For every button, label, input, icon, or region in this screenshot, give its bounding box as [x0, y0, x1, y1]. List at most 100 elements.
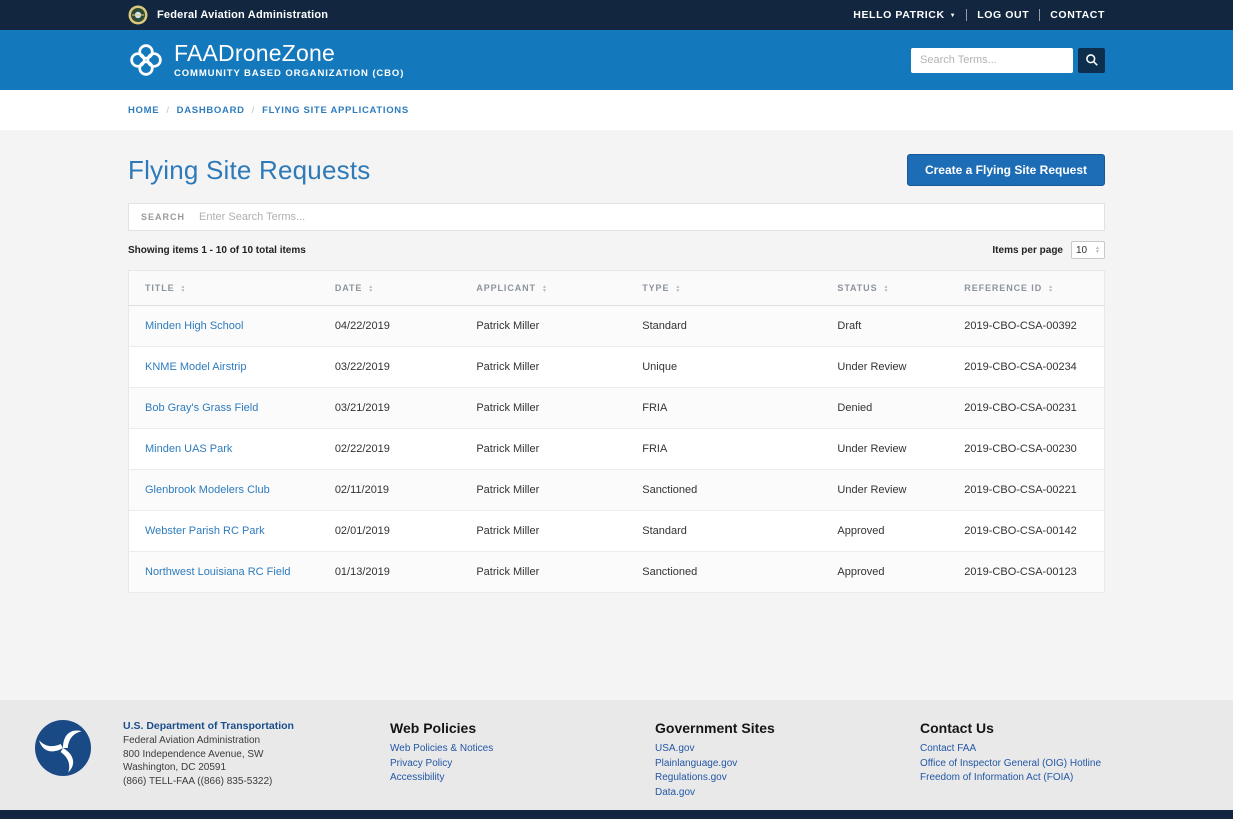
cell-type: Sanctioned [626, 552, 821, 593]
footer-link-web-policies-notices[interactable]: Web Policies & Notices [390, 742, 655, 757]
column-header-applicant[interactable]: APPLICANT▲▼ [460, 271, 626, 306]
agency-brand: Federal Aviation Administration [128, 5, 328, 25]
cell-type: Standard [626, 306, 821, 347]
cell-date: 04/22/2019 [319, 306, 461, 347]
flying-site-link[interactable]: Webster Parish RC Park [145, 525, 265, 537]
column-header-reference-id[interactable]: REFERENCE ID▲▼ [948, 271, 1104, 306]
items-per-page-label: Items per page [992, 245, 1063, 256]
cell-date: 01/13/2019 [319, 552, 461, 593]
cell-status: Under Review [821, 347, 948, 388]
footer-link-plainlanguage-gov[interactable]: Plainlanguage.gov [655, 757, 920, 772]
user-menu[interactable]: HELLO PATRICK ▼ [853, 9, 966, 21]
sort-icon: ▲▼ [884, 285, 890, 293]
table-search-input[interactable] [199, 211, 1092, 223]
results-count: Showing items 1 - 10 of 10 total items [128, 245, 306, 256]
column-header-title[interactable]: TITLE▲▼ [129, 271, 319, 306]
cell-reference-id: 2019-CBO-CSA-00142 [948, 511, 1104, 552]
app-title: FAADroneZone [174, 42, 404, 65]
main-content: Flying Site Requests Create a Flying Sit… [0, 130, 1233, 700]
cell-reference-id: 2019-CBO-CSA-00234 [948, 347, 1104, 388]
dronezone-clover-icon [128, 42, 164, 78]
search-label: SEARCH [141, 212, 185, 222]
cell-date: 02/01/2019 [319, 511, 461, 552]
cell-status: Denied [821, 388, 948, 429]
footer-bottom-strip [0, 810, 1233, 819]
footer-link-oig-hotline[interactable]: Office of Inspector General (OIG) Hotlin… [920, 757, 1101, 772]
user-utility-links: HELLO PATRICK ▼ LOG OUT CONTACT [853, 9, 1105, 21]
cell-reference-id: 2019-CBO-CSA-00230 [948, 429, 1104, 470]
footer-contact-us: Contact Us Contact FAA Office of Inspect… [920, 720, 1101, 810]
flying-site-link[interactable]: Northwest Louisiana RC Field [145, 566, 291, 578]
breadcrumb-separator: / [166, 105, 169, 116]
flying-site-link[interactable]: Bob Gray's Grass Field [145, 402, 258, 414]
header-search-button[interactable] [1078, 48, 1105, 73]
table-row: KNME Model Airstrip 03/22/2019 Patrick M… [129, 347, 1105, 388]
search-icon [1085, 53, 1099, 67]
sort-icon: ▲▼ [368, 285, 374, 293]
contact-link[interactable]: CONTACT [1039, 9, 1105, 21]
footer-link-accessibility[interactable]: Accessibility [390, 771, 655, 786]
flying-site-link[interactable]: Minden High School [145, 320, 243, 332]
cell-applicant: Patrick Miller [460, 388, 626, 429]
footer: U.S. Department of Transportation Federa… [0, 700, 1233, 810]
flying-site-link[interactable]: Minden UAS Park [145, 443, 232, 455]
cell-reference-id: 2019-CBO-CSA-00123 [948, 552, 1104, 593]
cell-type: Unique [626, 347, 821, 388]
cell-reference-id: 2019-CBO-CSA-00231 [948, 388, 1104, 429]
cell-date: 02/22/2019 [319, 429, 461, 470]
header-search [911, 48, 1105, 73]
footer-link-privacy-policy[interactable]: Privacy Policy [390, 757, 655, 772]
faa-seal-icon [128, 5, 148, 25]
cell-status: Approved [821, 552, 948, 593]
agency-name: Federal Aviation Administration [157, 9, 328, 21]
app-header: FAADroneZone COMMUNITY BASED ORGANIZATIO… [0, 30, 1233, 90]
us-dot-logo-icon [35, 720, 91, 776]
cell-applicant: Patrick Miller [460, 306, 626, 347]
cell-type: FRIA [626, 429, 821, 470]
table-row: Northwest Louisiana RC Field 01/13/2019 … [129, 552, 1105, 593]
items-per-page-select[interactable]: 10 ▲▼ [1071, 241, 1105, 259]
cell-status: Under Review [821, 470, 948, 511]
breadcrumb: HOME / DASHBOARD / FLYING SITE APPLICATI… [0, 90, 1233, 130]
breadcrumb-home[interactable]: HOME [128, 105, 159, 116]
cell-date: 03/21/2019 [319, 388, 461, 429]
column-header-type[interactable]: TYPE▲▼ [626, 271, 821, 306]
footer-link-contact-faa[interactable]: Contact FAA [920, 742, 1101, 757]
app-subtitle: COMMUNITY BASED ORGANIZATION (CBO) [174, 68, 404, 79]
cell-status: Approved [821, 511, 948, 552]
column-header-date[interactable]: DATE▲▼ [319, 271, 461, 306]
sort-icon: ▲▼ [1048, 285, 1054, 293]
logout-link[interactable]: LOG OUT [966, 9, 1039, 21]
table-row: Minden UAS Park 02/22/2019 Patrick Mille… [129, 429, 1105, 470]
footer-link-regulations-gov[interactable]: Regulations.gov [655, 771, 920, 786]
cell-date: 02/11/2019 [319, 470, 461, 511]
column-header-status[interactable]: STATUS▲▼ [821, 271, 948, 306]
footer-dot-heading: U.S. Department of Transportation [123, 720, 390, 732]
cell-status: Draft [821, 306, 948, 347]
header-search-input[interactable] [911, 48, 1073, 73]
footer-link-usa-gov[interactable]: USA.gov [655, 742, 920, 757]
footer-heading-web-policies: Web Policies [390, 720, 655, 736]
cell-type: Sanctioned [626, 470, 821, 511]
sort-icon: ▲▼ [675, 285, 681, 293]
brand: FAADroneZone COMMUNITY BASED ORGANIZATIO… [128, 42, 404, 79]
table-row: Minden High School 04/22/2019 Patrick Mi… [129, 306, 1105, 347]
table-row: Webster Parish RC Park 02/01/2019 Patric… [129, 511, 1105, 552]
cell-reference-id: 2019-CBO-CSA-00221 [948, 470, 1104, 511]
table-search-panel: SEARCH [128, 203, 1105, 231]
cell-applicant: Patrick Miller [460, 511, 626, 552]
table-row: Glenbrook Modelers Club 02/11/2019 Patri… [129, 470, 1105, 511]
flying-site-link[interactable]: KNME Model Airstrip [145, 361, 246, 373]
breadcrumb-flying-site-applications[interactable]: FLYING SITE APPLICATIONS [262, 105, 409, 116]
flying-site-link[interactable]: Glenbrook Modelers Club [145, 484, 270, 496]
user-greeting: HELLO PATRICK [853, 9, 944, 21]
spinner-icon: ▲▼ [1095, 246, 1100, 255]
table-header-row: TITLE▲▼ DATE▲▼ APPLICANT▲▼ TYPE▲▼ STATUS… [129, 271, 1105, 306]
breadcrumb-dashboard[interactable]: DASHBOARD [177, 105, 245, 116]
footer-link-data-gov[interactable]: Data.gov [655, 786, 920, 801]
create-flying-site-request-button[interactable]: Create a Flying Site Request [907, 154, 1105, 186]
footer-link-foia[interactable]: Freedom of Information Act (FOIA) [920, 771, 1101, 786]
table-row: Bob Gray's Grass Field 03/21/2019 Patric… [129, 388, 1105, 429]
cell-applicant: Patrick Miller [460, 347, 626, 388]
cell-applicant: Patrick Miller [460, 429, 626, 470]
